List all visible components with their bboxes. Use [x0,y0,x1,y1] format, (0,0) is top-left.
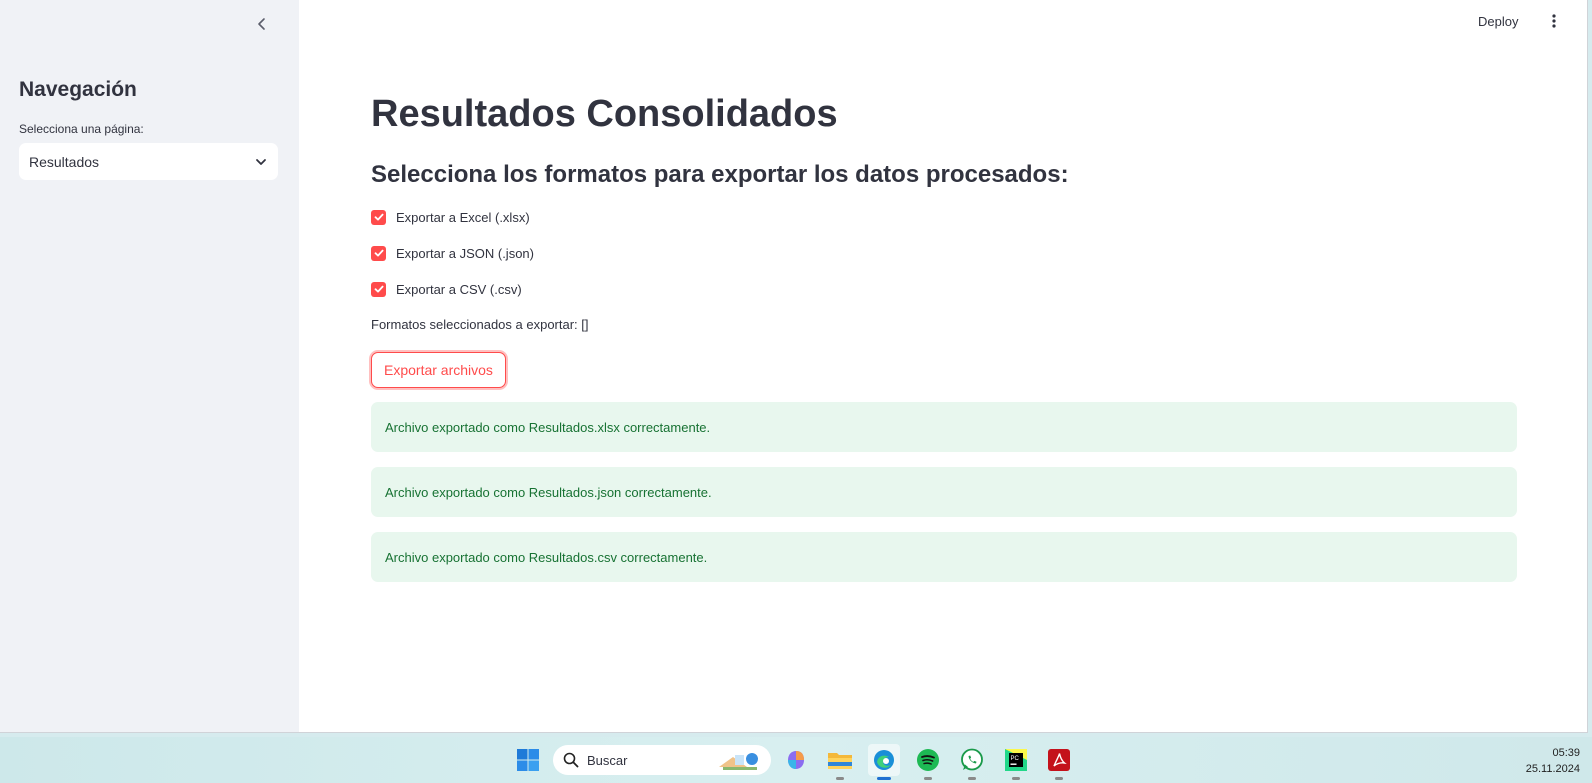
app-window: Navegación Selecciona una página: Result… [0,0,1588,733]
page-select-value: Resultados [29,153,100,170]
running-indicator [836,777,844,780]
page-select-label: Selecciona una página: [19,122,144,136]
checkbox-checked-icon[interactable] [371,281,386,297]
alert-text: Archivo exportado como Resultados.csv co… [385,549,708,565]
checkbox-checked-icon[interactable] [371,245,386,261]
pycharm-icon[interactable]: PC [1000,744,1032,780]
chevron-down-icon [256,158,266,165]
checkbox-json[interactable]: Exportar a JSON (.json) [371,243,534,263]
copilot-icon[interactable] [780,744,812,776]
selected-formats-text: Formatos seleccionados a exportar: [] [371,317,589,332]
checkbox-excel[interactable]: Exportar a Excel (.xlsx) [371,207,530,227]
clock-time: 05:39 [1552,747,1580,759]
checkbox-label: Exportar a Excel (.xlsx) [396,209,530,225]
system-clock[interactable]: 05:39 25.11.2024 [1526,745,1580,777]
windows-start-icon[interactable] [512,744,544,776]
sidebar-title: Navegación [19,78,137,101]
page-title: Resultados Consolidados [371,93,838,135]
edge-icon[interactable] [868,744,900,780]
checkbox-label: Exportar a CSV (.csv) [396,281,522,297]
taskbar-search[interactable]: Buscar [553,745,771,775]
whatsapp-icon[interactable] [956,744,988,780]
running-indicator [1012,777,1020,780]
taskbar: Buscar PC 05:39 25.11.2024 [0,737,1592,783]
search-highlight-icon [719,753,758,770]
file-explorer-icon[interactable] [824,744,856,780]
chevron-left-icon [258,18,265,30]
clock-date: 25.11.2024 [1525,763,1580,775]
running-indicator [1055,777,1063,780]
collapse-sidebar-button[interactable] [250,12,274,36]
alert-text: Archivo exportado como Resultados.xlsx c… [385,419,711,435]
search-icon [563,752,579,768]
active-indicator [877,777,891,780]
more-vertical-icon [1552,14,1556,28]
search-placeholder: Buscar [587,752,628,768]
alert-text: Archivo exportado como Resultados.json c… [385,484,712,500]
success-alert: Archivo exportado como Resultados.json c… [371,467,1517,517]
export-files-button[interactable]: Exportar archivos [371,352,506,388]
success-alert: Archivo exportado como Resultados.csv co… [371,532,1517,582]
export-subheader: Selecciona los formatos para exportar lo… [371,161,1069,188]
running-indicator [924,777,932,780]
running-indicator [968,777,976,780]
checkbox-checked-icon[interactable] [371,209,386,225]
success-alert: Archivo exportado como Resultados.xlsx c… [371,402,1517,452]
page-select[interactable]: Resultados [19,143,278,180]
checkbox-label: Exportar a JSON (.json) [396,245,534,261]
svg-text:PC: PC [1011,756,1020,762]
acrobat-icon[interactable] [1043,744,1075,780]
checkbox-csv[interactable]: Exportar a CSV (.csv) [371,279,522,299]
spotify-icon[interactable] [912,744,944,780]
deploy-button[interactable]: Deploy [1478,11,1518,31]
sidebar: Navegación Selecciona una página: Result… [0,0,299,732]
main-menu-button[interactable] [1546,11,1562,31]
